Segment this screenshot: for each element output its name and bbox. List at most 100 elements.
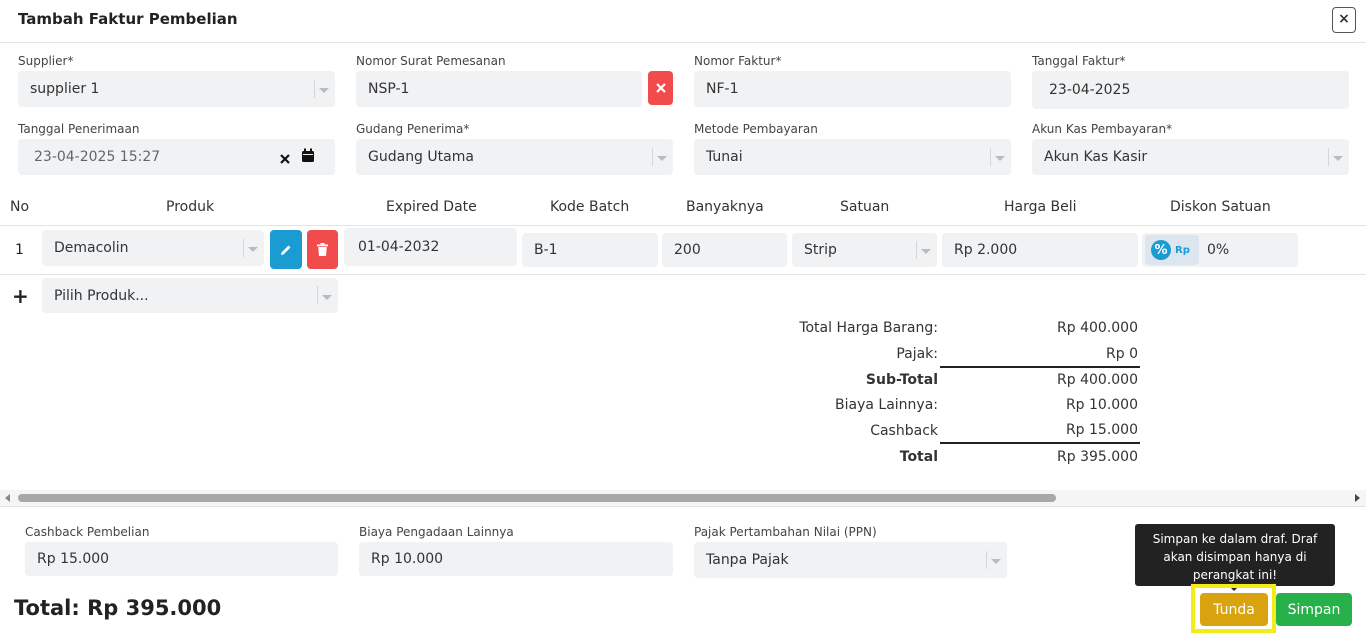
row-number: 1	[15, 242, 24, 258]
nomor-faktur-input[interactable]: NF-1	[694, 71, 1011, 107]
cashback-pembelian-input[interactable]: Rp 15.000	[25, 542, 338, 576]
biaya-pengadaan-input[interactable]: Rp 10.000	[359, 542, 673, 576]
metode-select[interactable]: Tunai	[694, 139, 1011, 175]
pajak-label: Pajak:	[896, 346, 938, 362]
close-icon	[655, 83, 666, 93]
tanggal-penerimaan-label: Tanggal Penerimaan	[18, 122, 140, 136]
select-separator	[314, 80, 315, 98]
nomor-surat-input[interactable]: NSP-1	[356, 71, 642, 107]
pilih-produk-placeholder: Pilih Produk...	[54, 287, 149, 304]
add-product-icon[interactable]: +	[12, 284, 29, 308]
cashback-value: Rp 15.000	[1065, 422, 1138, 438]
select-separator	[986, 551, 987, 569]
column-header-batch: Kode Batch	[550, 199, 630, 215]
expired-date-input[interactable]: 01-04-2032	[344, 228, 517, 266]
subtotal-label: Sub-Total	[865, 372, 938, 388]
chevron-down-icon	[322, 294, 332, 300]
delete-product-button[interactable]	[307, 230, 338, 269]
calendar-icon[interactable]	[301, 148, 315, 167]
column-header-harga: Harga Beli	[1004, 199, 1077, 215]
tunda-button[interactable]: Tunda	[1200, 593, 1268, 626]
gudang-select[interactable]: Gudang Utama	[356, 139, 673, 175]
percent-icon: %	[1151, 240, 1171, 260]
akun-kas-select[interactable]: Akun Kas Kasir	[1032, 139, 1349, 175]
metode-value: Tunai	[706, 149, 743, 165]
modal-title: Tambah Faktur Pembelian	[18, 10, 238, 28]
akun-kas-label: Akun Kas Pembayaran*	[1032, 122, 1173, 136]
total-label: Total	[899, 449, 938, 465]
select-separator	[916, 241, 917, 259]
akun-kas-value: Akun Kas Kasir	[1044, 149, 1148, 165]
chevron-down-icon	[657, 156, 667, 161]
tunda-tooltip: Simpan ke dalam draf. Draf akan disimpan…	[1135, 524, 1335, 586]
scrollbar-thumb[interactable]	[18, 494, 1056, 502]
diskon-value: 0%	[1207, 242, 1230, 258]
gudang-label: Gudang Penerima*	[356, 122, 470, 136]
grand-total: Total: Rp 395.000	[14, 596, 222, 620]
cashback-pembelian-value: Rp 15.000	[37, 551, 110, 567]
nomor-surat-label: Nomor Surat Pemesanan	[356, 54, 506, 68]
supplier-label: Supplier*	[18, 54, 74, 68]
trash-icon	[317, 243, 328, 256]
row-divider	[0, 274, 1366, 275]
close-button[interactable]: ×	[1332, 7, 1356, 33]
column-header-banyaknya: Banyaknya	[686, 199, 764, 215]
column-header-satuan: Satuan	[840, 199, 890, 215]
batch-input[interactable]: B-1	[522, 233, 658, 267]
subtotal-value: Rp 400.000	[1057, 372, 1138, 388]
supplier-select[interactable]: supplier 1	[18, 71, 335, 107]
biaya-label: Biaya Lainnya:	[835, 397, 938, 413]
tanggal-faktur-label: Tanggal Faktur*	[1032, 54, 1126, 68]
total-harga-label: Total Harga Barang:	[799, 320, 938, 336]
expired-date-value: 01-04-2032	[358, 239, 440, 255]
cashback-label: Cashback	[870, 423, 938, 439]
column-header-produk: Produk	[166, 199, 215, 215]
scroll-right-icon[interactable]	[1355, 494, 1360, 502]
select-separator	[1328, 148, 1329, 166]
chevron-down-icon	[319, 88, 329, 93]
tanggal-faktur-input[interactable]: 23-04-2025	[1032, 71, 1349, 109]
subtotal-divider	[940, 366, 1140, 368]
pajak-value: Rp 0	[1106, 346, 1138, 362]
tanggal-penerimaan-value: 23-04-2025 15:27	[34, 149, 161, 165]
column-header-no: No	[10, 199, 30, 215]
column-header-expired: Expired Date	[386, 199, 477, 215]
diskon-input[interactable]: % Rp 0%	[1142, 233, 1298, 267]
horizontal-scrollbar[interactable]	[0, 490, 1366, 506]
chevron-down-icon	[995, 156, 1005, 161]
total-harga-value: Rp 400.000	[1057, 320, 1138, 336]
ppn-select[interactable]: Tanpa Pajak	[694, 542, 1007, 578]
satuan-select[interactable]: Strip	[792, 233, 937, 267]
satuan-value: Strip	[804, 242, 837, 258]
produk-select[interactable]: Demacolin	[42, 230, 264, 266]
nomor-surat-value: NSP-1	[368, 81, 410, 97]
harga-value: Rp 2.000	[954, 242, 1018, 258]
select-separator	[652, 148, 653, 166]
cashback-pembelian-label: Cashback Pembelian	[25, 525, 150, 539]
select-separator	[243, 239, 244, 257]
tanggal-faktur-value: 23-04-2025	[1049, 82, 1131, 98]
clear-nomor-surat-button[interactable]	[648, 71, 673, 105]
pilih-produk-select[interactable]: Pilih Produk...	[42, 278, 338, 313]
edit-product-button[interactable]	[270, 230, 302, 269]
biaya-value: Rp 10.000	[1065, 397, 1138, 413]
qty-value: 200	[674, 242, 701, 258]
produk-value: Demacolin	[54, 240, 129, 256]
simpan-button[interactable]: Simpan	[1276, 593, 1352, 626]
ppn-label: Pajak Pertambahan Nilai (PPN)	[694, 525, 877, 539]
rupiah-toggle-label: Rp	[1175, 244, 1190, 256]
clear-date-icon[interactable]	[279, 150, 291, 169]
harga-input[interactable]: Rp 2.000	[942, 233, 1138, 267]
metode-label: Metode Pembayaran	[694, 122, 818, 136]
biaya-pengadaan-value: Rp 10.000	[371, 551, 444, 567]
nomor-faktur-label: Nomor Faktur*	[694, 54, 782, 68]
footer-divider	[0, 506, 1366, 507]
qty-input[interactable]: 200	[662, 233, 787, 267]
supplier-value: supplier 1	[30, 81, 100, 97]
column-header-diskon: Diskon Satuan	[1170, 199, 1271, 215]
discount-type-toggle[interactable]: % Rp	[1145, 235, 1199, 265]
total-divider	[940, 442, 1140, 444]
table-header-divider	[0, 225, 1366, 226]
pencil-icon	[281, 245, 291, 255]
scroll-left-icon[interactable]	[5, 494, 10, 502]
